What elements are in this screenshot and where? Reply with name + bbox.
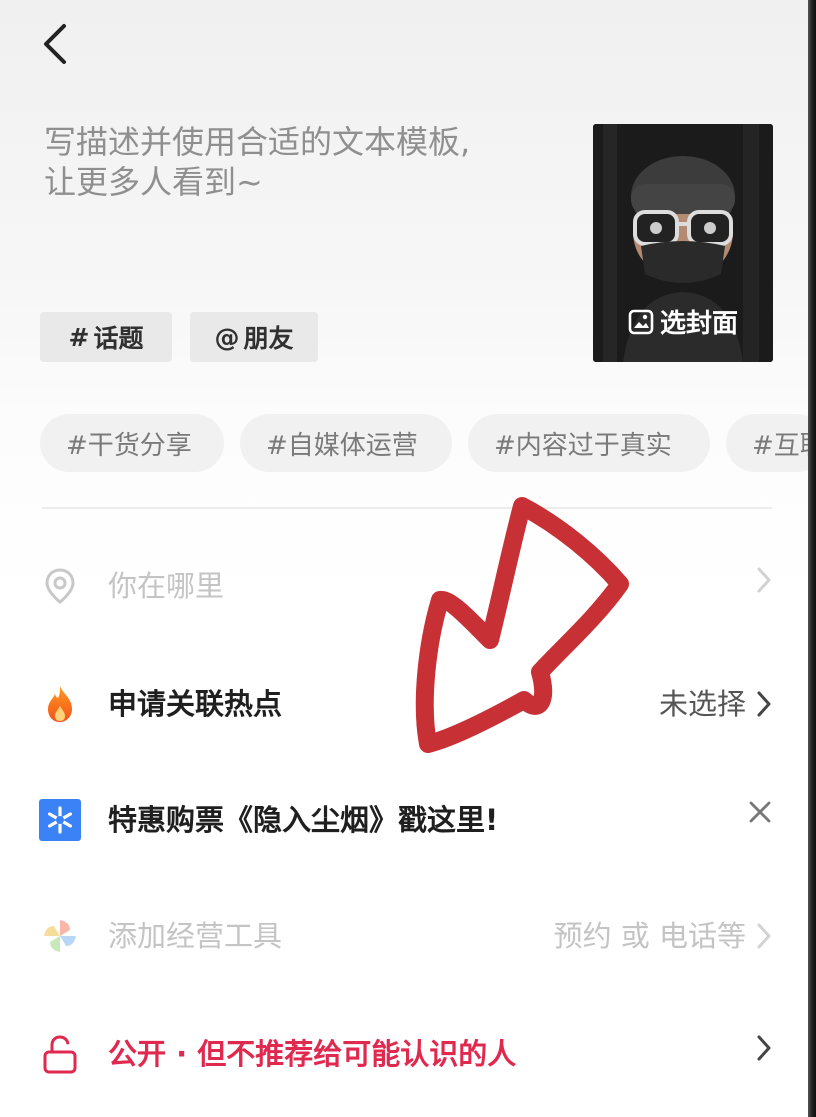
description-placeholder-line1: 写描述并使用合适的文本模板, <box>44 123 471 161</box>
hotspot-row[interactable]: 申请关联热点 未选择 <box>0 664 808 744</box>
business-tools-value-wrap: 预约 或 电话等 <box>554 916 772 956</box>
hashtag-suggestions: #干货分享 #自媒体运营 #内容过于真实 #互联 <box>40 414 808 474</box>
at-icon: @ <box>214 322 240 352</box>
chevron-left-icon <box>44 24 66 64</box>
privacy-row[interactable]: 公开 · 但不推荐给可能认识的人 <box>0 1014 808 1094</box>
business-tools-label: 添加经营工具 <box>108 919 283 953</box>
flame-icon <box>38 682 82 726</box>
chevron-right-icon <box>757 567 771 593</box>
hashtag-chip[interactable]: #干货分享 <box>40 414 224 472</box>
chevron-right-icon <box>757 923 771 949</box>
hashtag-chip[interactable]: #自媒体运营 <box>240 414 452 472</box>
mention-friend-button[interactable]: @ 朋友 <box>190 312 318 362</box>
image-icon <box>628 309 654 334</box>
location-row[interactable]: 你在哪里 <box>0 546 808 626</box>
chevron-right-icon <box>757 691 771 717</box>
location-pin-icon <box>38 564 82 608</box>
hotspot-label: 申请关联热点 <box>108 687 283 721</box>
select-cover-label: 选封面 <box>659 309 738 339</box>
hash-icon: # <box>68 322 90 352</box>
privacy-chevron-wrap <box>756 1034 772 1062</box>
hotspot-value: 未选择 <box>658 687 746 721</box>
description-placeholder-line2: 让更多人看到~ <box>44 163 263 201</box>
business-tools-row[interactable]: 添加经营工具 预约 或 电话等 <box>0 896 808 976</box>
promo-label: 特惠购票《隐入尘烟》戳这里! <box>108 803 499 837</box>
hashtag-chip[interactable]: #互联 <box>726 414 808 472</box>
mention-friend-label: 朋友 <box>243 324 294 353</box>
publish-screen: 写描述并使用合适的文本模板, 让更多人看到~ # 话题 @ 朋友 选封面 #干货… <box>0 0 808 1117</box>
ticket-star-icon <box>38 798 82 842</box>
chevron-right-icon <box>757 1035 771 1061</box>
pinwheel-icon <box>38 914 82 958</box>
section-divider <box>42 507 772 509</box>
description-input[interactable]: 写描述并使用合适的文本模板, 让更多人看到~ <box>44 122 564 202</box>
topic-button-label: 话题 <box>93 324 144 353</box>
promo-close-button[interactable] <box>748 800 772 824</box>
hashtag-chip[interactable]: #内容过于真实 <box>468 414 710 472</box>
promo-row[interactable]: 特惠购票《隐入尘烟》戳这里! <box>0 780 808 860</box>
unlock-icon <box>38 1032 82 1076</box>
select-cover-label-wrap: 选封面 <box>593 303 773 340</box>
device-edge <box>808 0 816 1117</box>
location-chevron-wrap <box>756 566 772 594</box>
privacy-label: 公开 · 但不推荐给可能认识的人 <box>108 1037 517 1071</box>
hotspot-value-wrap: 未选择 <box>659 684 772 724</box>
business-tools-value: 预约 或 电话等 <box>553 919 746 953</box>
topic-button[interactable]: # 话题 <box>40 312 172 362</box>
back-button[interactable] <box>36 20 80 68</box>
select-cover-button[interactable]: 选封面 <box>593 124 773 362</box>
location-label: 你在哪里 <box>108 569 225 603</box>
close-icon <box>749 801 771 823</box>
